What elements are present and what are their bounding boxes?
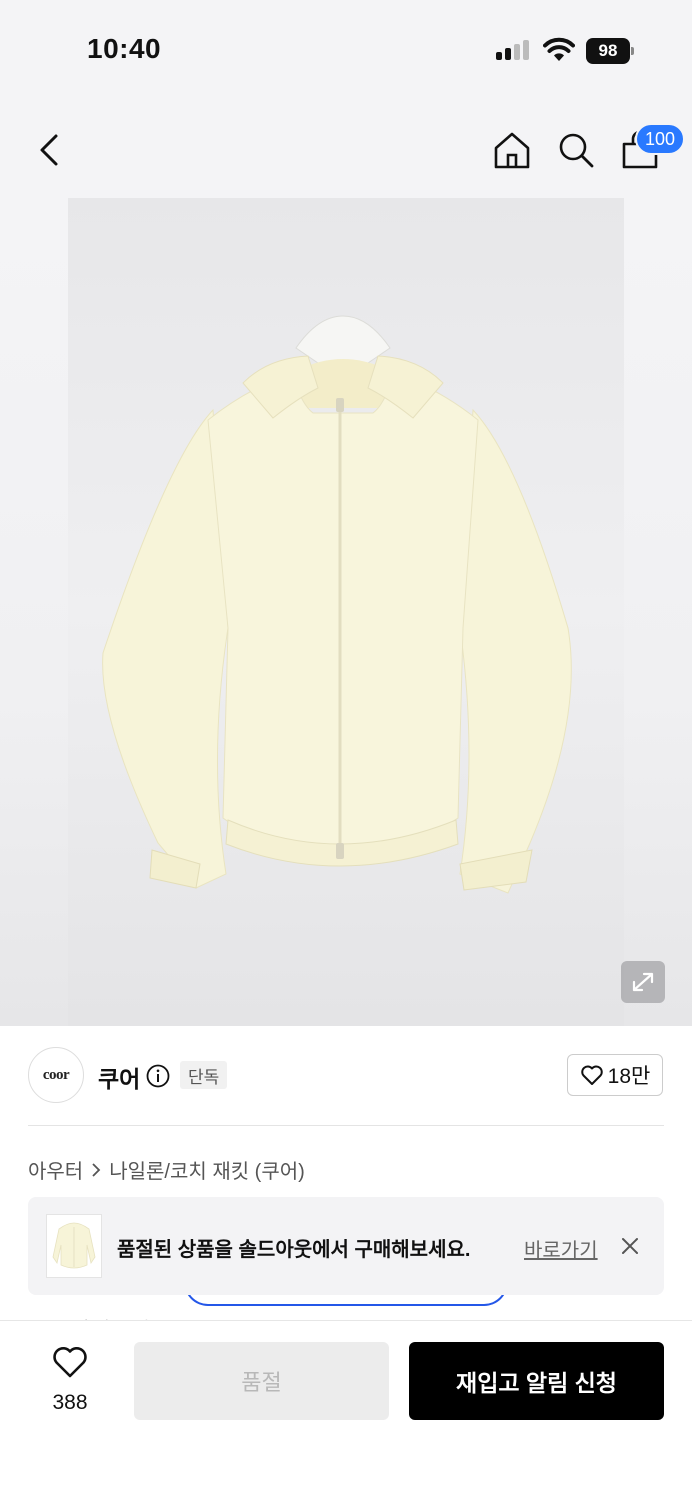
- wishlist-button[interactable]: 388: [40, 1345, 100, 1415]
- brand-like-button[interactable]: 18만: [567, 1054, 663, 1096]
- soldout-banner[interactable]: 품절된 상품을 솔드아웃에서 구매해보세요. 바로가기: [28, 1197, 664, 1295]
- back-chevron-icon[interactable]: [30, 130, 70, 170]
- heart-icon: [580, 1065, 603, 1085]
- banner-message: 품절된 상품을 솔드아웃에서 구매해보세요.: [117, 1239, 471, 1261]
- home-icon[interactable]: [492, 130, 532, 170]
- battery-icon: 98: [586, 38, 634, 64]
- search-icon[interactable]: [556, 130, 596, 170]
- product-photo[interactable]: [68, 198, 624, 1026]
- battery-level: 98: [586, 38, 630, 64]
- info-icon[interactable]: [146, 1064, 170, 1088]
- chevron-right-icon: [92, 1162, 101, 1177]
- status-bar: 10:40 98: [0, 0, 692, 100]
- wishlist-count: 388: [52, 1391, 88, 1414]
- brand-like-count: 18만: [607, 1065, 651, 1088]
- breadcrumb: 아우터 나일론/코치 재킷 (쿠어): [28, 1155, 305, 1184]
- close-icon[interactable]: [618, 1234, 642, 1258]
- bottom-action-bar: 388 품절 재입고 알림 신청: [0, 1320, 692, 1500]
- exclusive-badge: 단독: [180, 1061, 228, 1089]
- status-time: 10:40: [87, 33, 162, 64]
- breadcrumb-subcategory[interactable]: 나일론/코치 재킷 (쿠어): [109, 1155, 305, 1184]
- top-nav: 100: [0, 100, 692, 198]
- banner-product-thumbnail: [46, 1214, 102, 1278]
- wifi-icon: [543, 37, 575, 61]
- cart-count-badge: 100: [635, 123, 686, 155]
- expand-icon[interactable]: [621, 961, 665, 1003]
- banner-shortcut-link[interactable]: 바로가기: [524, 1234, 598, 1263]
- soldout-button: 품절: [134, 1342, 389, 1420]
- breadcrumb-category[interactable]: 아우터: [28, 1155, 83, 1184]
- brand-name[interactable]: 쿠어: [98, 1060, 140, 1094]
- jacket-illustration: [102, 315, 572, 894]
- brand-row: coor 쿠어 단독 18만: [0, 1026, 692, 1126]
- cellular-signal-icon: [496, 40, 529, 60]
- heart-icon: [53, 1347, 87, 1378]
- divider: [28, 1125, 664, 1126]
- restock-alert-button[interactable]: 재입고 알림 신청: [409, 1342, 664, 1420]
- product-image-area[interactable]: [0, 198, 692, 1026]
- brand-logo[interactable]: coor: [28, 1047, 84, 1103]
